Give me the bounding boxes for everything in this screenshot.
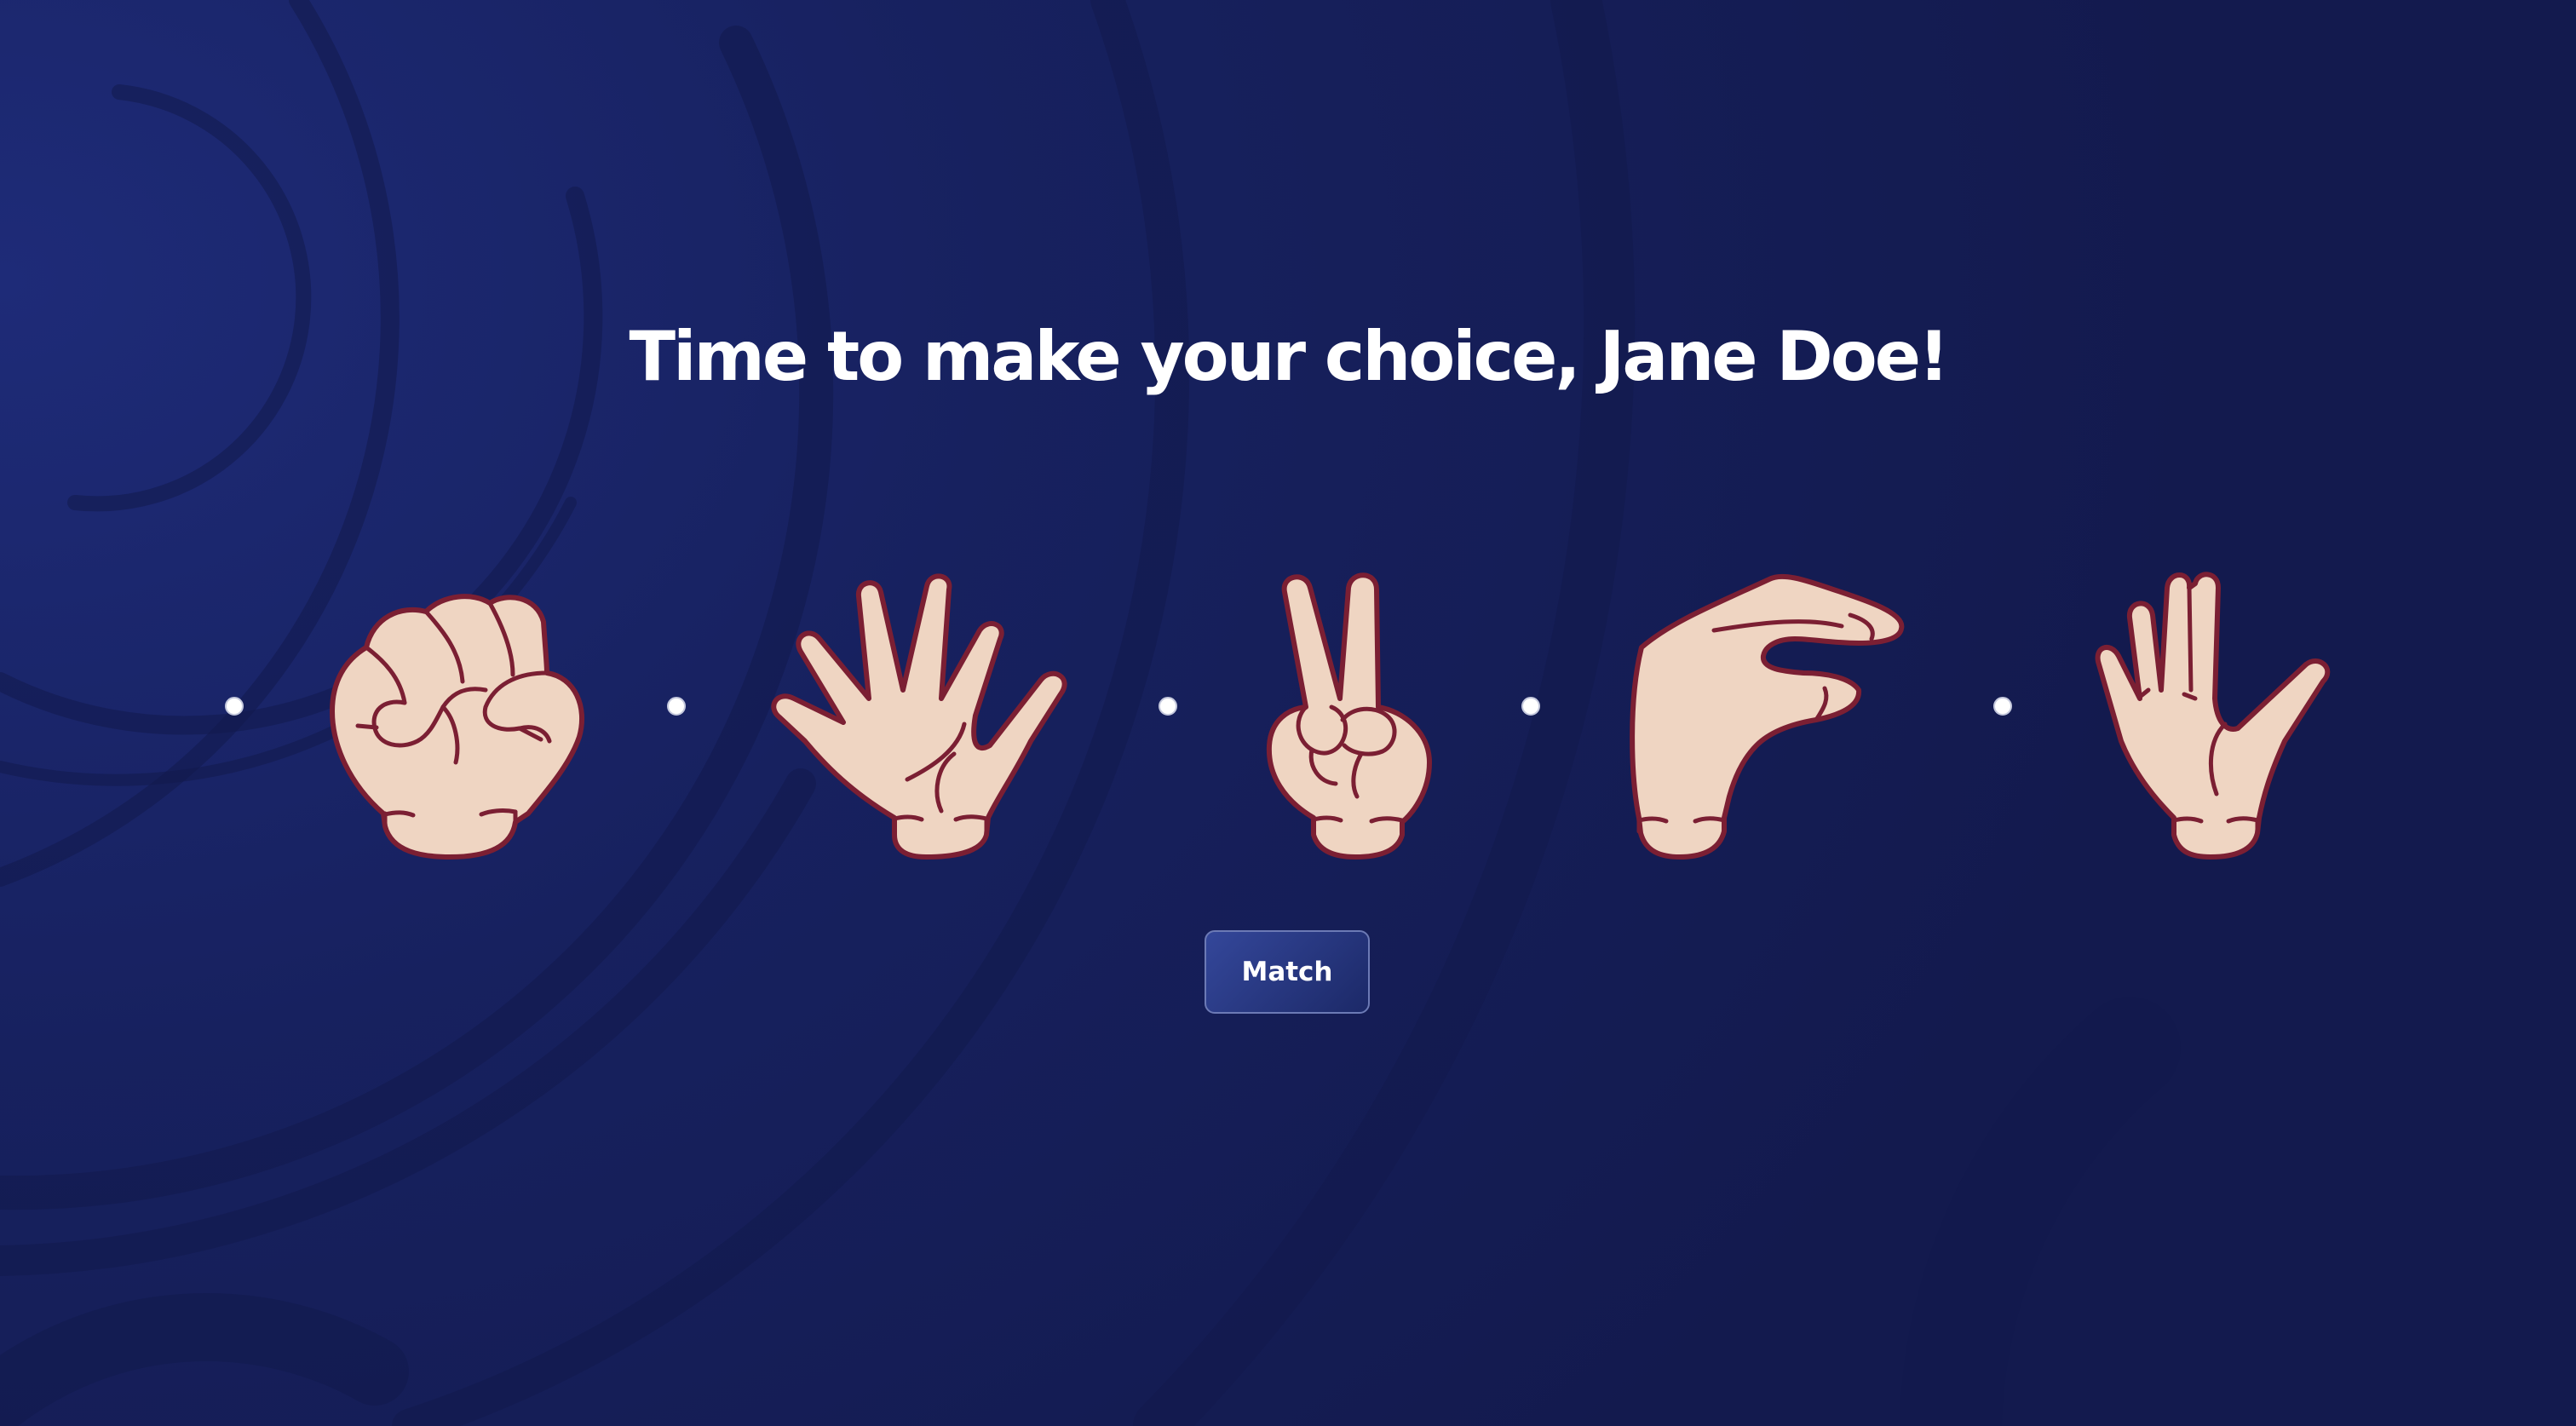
choice-radio-rock[interactable] [225,697,244,716]
fist-hand-icon[interactable] [324,571,588,860]
pinching-hand-icon[interactable] [1620,571,1910,860]
open-hand-icon[interactable] [767,571,1073,860]
page-title: Time to make your choice, Jane Doe! [629,317,1950,396]
victory-hand-icon[interactable] [1259,571,1446,860]
choice-radio-lizard[interactable] [1521,697,1540,716]
choice-radio-spock[interactable] [1993,697,2012,716]
vulcan-salute-icon[interactable] [2089,571,2361,860]
game-screen: Time to make your choice, Jane Doe! Matc… [0,0,2576,1426]
match-button[interactable]: Match [1205,930,1370,1014]
choice-radio-scissors[interactable] [1159,697,1177,716]
choice-radio-paper[interactable] [667,697,686,716]
